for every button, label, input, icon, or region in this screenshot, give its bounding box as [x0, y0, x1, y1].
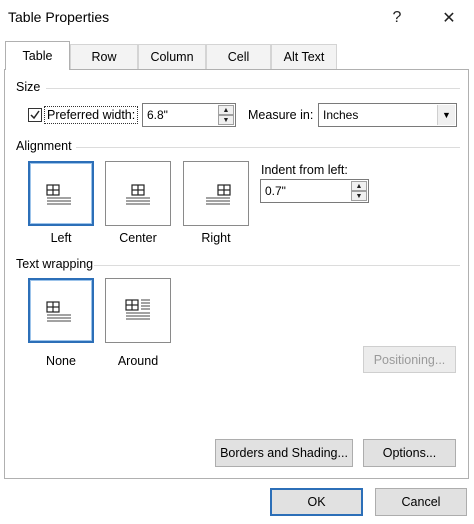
align-center-icon	[126, 183, 150, 204]
indent-from-left-value: 0.7"	[265, 184, 286, 198]
align-left-icon	[46, 183, 71, 204]
wrap-around-label: Around	[117, 354, 159, 368]
checkmark-icon	[30, 110, 40, 120]
size-separator	[46, 88, 460, 89]
alignment-section-label: Alignment	[16, 139, 72, 153]
measure-in-label: Measure in:	[248, 108, 314, 122]
wrap-none-icon	[46, 300, 71, 321]
cancel-button[interactable]: Cancel	[375, 488, 467, 516]
align-left-option[interactable]	[28, 161, 94, 226]
help-button[interactable]: ?	[382, 3, 412, 33]
wrap-none-option[interactable]	[28, 278, 94, 343]
text-wrapping-section-label: Text wrapping	[16, 257, 94, 271]
align-center-option[interactable]	[105, 161, 171, 226]
align-right-option[interactable]	[183, 161, 249, 226]
tab-cell[interactable]: Cell	[206, 44, 271, 69]
preferred-width-value: 6.8"	[147, 108, 168, 122]
tab-column[interactable]: Column	[138, 44, 206, 69]
align-right-label: Right	[201, 231, 231, 245]
indent-from-left-spinner[interactable]: 0.7" ▲ ▼	[260, 179, 369, 203]
close-button[interactable]: ✕	[434, 3, 464, 33]
text-wrapping-separator	[94, 265, 460, 266]
chevron-down-icon[interactable]: ▼	[437, 105, 455, 125]
align-left-label: Left	[50, 231, 72, 245]
align-right-icon	[206, 183, 231, 204]
positioning-button[interactable]: Positioning...	[363, 346, 456, 373]
wrap-around-option[interactable]	[105, 278, 171, 343]
measure-in-value: Inches	[323, 108, 359, 122]
measure-in-select[interactable]: Inches ▼	[318, 103, 457, 127]
preferred-width-spinner[interactable]: 6.8" ▲ ▼	[142, 103, 236, 127]
close-icon: ✕	[442, 10, 456, 27]
spin-up-icon[interactable]: ▲	[218, 105, 234, 115]
tab-panel	[4, 69, 469, 479]
options-button[interactable]: Options...	[363, 439, 456, 467]
size-section-label: Size	[16, 80, 41, 94]
help-icon: ?	[392, 9, 402, 26]
tab-alt-text[interactable]: Alt Text	[271, 44, 337, 69]
wrap-none-label: None	[46, 354, 76, 368]
preferred-width-label[interactable]: Preferred width:	[44, 106, 139, 124]
spin-down-icon[interactable]: ▼	[351, 191, 367, 201]
alignment-separator	[76, 147, 460, 148]
ok-button[interactable]: OK	[270, 488, 363, 516]
spin-down-icon[interactable]: ▼	[218, 115, 234, 125]
tab-row[interactable]: Row	[70, 44, 138, 69]
preferred-width-checkbox[interactable]	[28, 108, 42, 122]
spin-up-icon[interactable]: ▲	[351, 181, 367, 191]
tab-table[interactable]: Table	[5, 41, 70, 70]
dialog-title: Table Properties	[8, 9, 110, 25]
align-center-label: Center	[119, 231, 157, 245]
borders-and-shading-button[interactable]: Borders and Shading...	[215, 439, 353, 467]
wrap-around-icon	[125, 298, 150, 319]
indent-from-left-label: Indent from left:	[261, 163, 348, 177]
